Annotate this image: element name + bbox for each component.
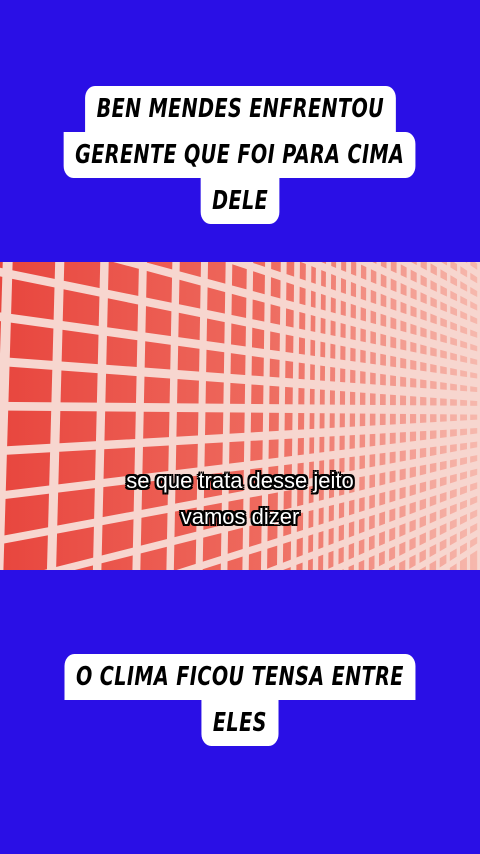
top-caption: BEN MENDES ENFRENTOU GERENTE QUE FOI PAR… — [0, 86, 480, 224]
bottom-caption-line-2: ELES — [201, 700, 279, 746]
subtitle-line-2: vamos dizer — [180, 504, 300, 529]
subtitle-line-1: se que trata desse jeito — [126, 468, 354, 493]
bottom-caption-line-1: O CLIMA FICOU TENSA ENTRE — [64, 654, 416, 700]
bottom-caption: O CLIMA FICOU TENSA ENTRE ELES — [0, 654, 480, 746]
video-frame[interactable]: se que trata desse jeito vamos dizer — [0, 262, 480, 570]
top-caption-line-1: BEN MENDES ENFRENTOU — [84, 86, 396, 132]
top-caption-line-3: DELE — [200, 178, 280, 224]
top-caption-line-2: GERENTE QUE FOI PARA CIMA — [63, 132, 417, 178]
video-screen[interactable]: BEN MENDES ENFRENTOU GERENTE QUE FOI PAR… — [0, 0, 480, 854]
